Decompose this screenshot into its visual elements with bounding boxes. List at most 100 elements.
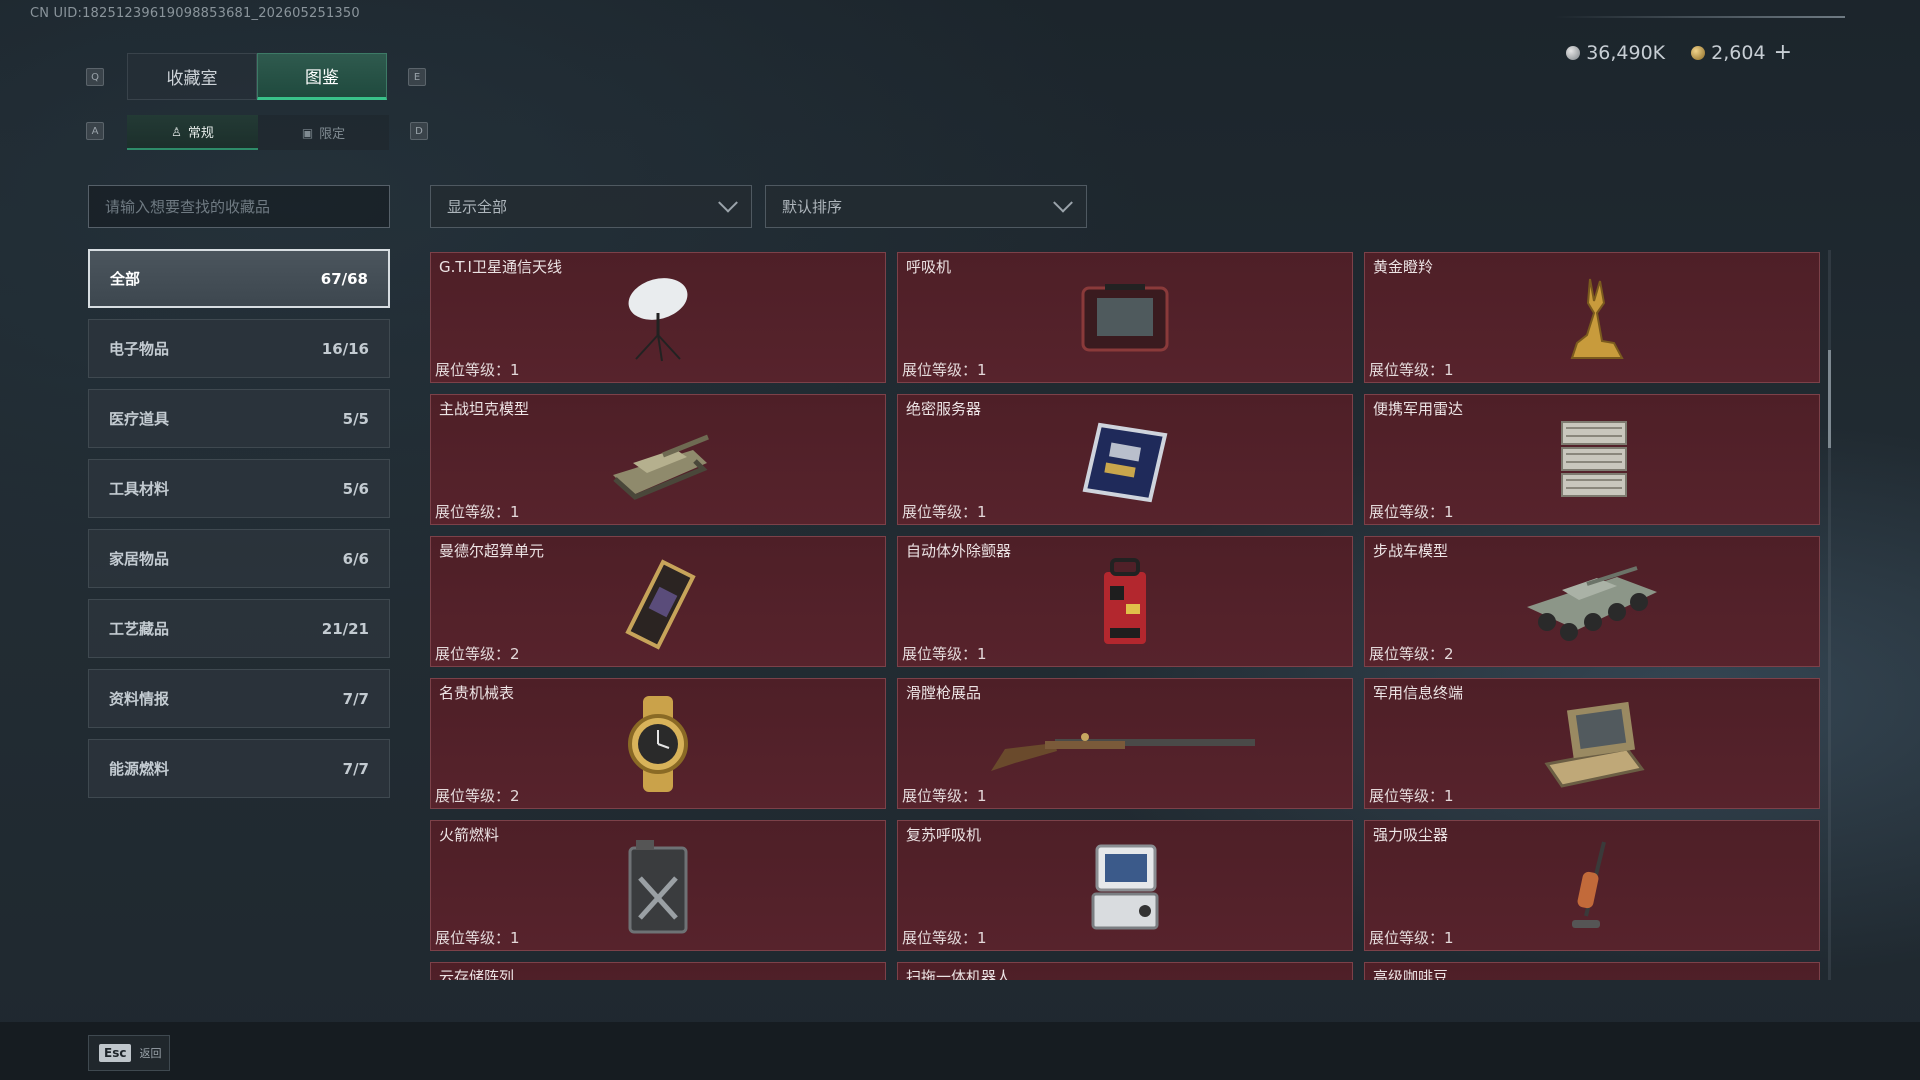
category-label: 家居物品 [109,550,170,568]
item-level: 展位等级：1 [1369,785,1454,806]
item-card[interactable]: 黄金瞪羚 展位等级：1 [1364,252,1820,383]
show-filter-dropdown[interactable]: 显示全部 [430,185,752,228]
level-value: 1 [510,361,520,379]
chevron-down-icon [718,192,738,213]
bottom-bar [0,1022,1920,1080]
server-icon [898,409,1352,510]
gold-amount: 2,604 [1711,41,1766,64]
key-q-hint: Q [86,68,104,86]
category-label: 工具材料 [109,480,170,498]
category-label: 工艺藏品 [109,620,170,638]
category-label: 能源燃料 [109,760,170,778]
item-level: 展位等级：1 [435,927,520,948]
sort-dropdown[interactable]: 默认排序 [765,185,1087,228]
category-intel[interactable]: 资料情报 7/7 [88,669,390,728]
back-button[interactable]: Esc 返回 [88,1035,170,1071]
tab-collection-room[interactable]: 收藏室 [127,53,257,100]
level-prefix: 展位等级： [435,503,511,521]
resuscitator-icon [898,835,1352,936]
golden-gazelle-icon [1365,267,1819,368]
defibrillator-icon [898,551,1352,652]
item-card[interactable]: G.T.I卫星通信天线 展位等级：1 [430,252,886,383]
satellite-dish-icon [431,267,885,368]
category-count: 5/5 [342,409,369,428]
level-value: 1 [977,503,987,521]
key-e-hint: E [408,68,426,86]
category-count: 7/7 [342,689,369,708]
scrollbar-thumb[interactable] [1828,350,1831,448]
level-value: 1 [1444,787,1454,805]
level-value: 2 [510,787,520,805]
add-currency-button[interactable]: + [1774,40,1792,65]
category-label: 全部 [110,270,141,288]
item-card[interactable]: 强力吸尘器 展位等级：1 [1364,820,1820,951]
back-label: 返回 [139,1047,162,1060]
item-card[interactable]: 云存储阵列 [430,962,886,980]
category-all[interactable]: 全部 67/68 [88,249,390,308]
robot-vacuum-icon [898,977,1352,980]
search-input[interactable] [88,185,390,228]
level-prefix: 展位等级： [902,361,978,379]
category-tools[interactable]: 工具材料 5/6 [88,459,390,518]
item-level: 展位等级：2 [1369,643,1454,664]
level-prefix: 展位等级： [902,787,978,805]
sub-tabs: ♙ 常规 ▣ 限定 [127,115,389,150]
item-grid: G.T.I卫星通信天线 展位等级：1 呼吸机 展位等级：1 黄金瞪羚 展位等级：1 主战坦克… [430,252,1822,980]
category-label: 资料情报 [109,690,170,708]
level-value: 2 [1444,645,1454,663]
item-card[interactable]: 步战车模型 展位等级：2 [1364,536,1820,667]
level-value: 1 [510,503,520,521]
item-card[interactable]: 曼德尔超算单元 展位等级：2 [430,536,886,667]
level-prefix: 展位等级： [1369,929,1445,947]
item-card[interactable]: 高级咖啡豆 [1364,962,1820,980]
category-medical[interactable]: 医疗道具 5/5 [88,389,390,448]
level-value: 1 [977,645,987,663]
level-value: 1 [977,787,987,805]
item-level: 展位等级：1 [1369,927,1454,948]
category-count: 6/6 [342,549,369,568]
item-card[interactable]: 呼吸机 展位等级：1 [897,252,1353,383]
category-electronics[interactable]: 电子物品 16/16 [88,319,390,378]
coffee-beans-icon [1365,977,1819,980]
category-crafts[interactable]: 工艺藏品 21/21 [88,599,390,658]
level-prefix: 展位等级： [435,787,511,805]
category-household[interactable]: 家居物品 6/6 [88,529,390,588]
item-card[interactable]: 自动体外除颤器 展位等级：1 [897,536,1353,667]
level-prefix: 展位等级： [902,503,978,521]
level-prefix: 展位等级： [1369,645,1445,663]
tab-encyclopedia[interactable]: 图鉴 [257,53,387,100]
item-card[interactable]: 复苏呼吸机 展位等级：1 [897,820,1353,951]
item-card[interactable]: 滑膛枪展品 展位等级：1 [897,678,1353,809]
silver-currency: 36,490K [1566,42,1665,64]
item-card[interactable]: 便携军用雷达 展位等级：1 [1364,394,1820,525]
subtab-regular[interactable]: ♙ 常规 [127,115,258,150]
terminal-icon [1365,693,1819,794]
item-level: 展位等级：1 [902,785,987,806]
item-card[interactable]: 名贵机械表 展位等级：2 [430,678,886,809]
item-card[interactable]: 扫拖一体机器人 [897,962,1353,980]
subtab-limited[interactable]: ▣ 限定 [258,115,389,150]
main-tabs: 收藏室 图鉴 [127,53,387,100]
item-level: 展位等级：1 [1369,501,1454,522]
level-prefix: 展位等级： [435,361,511,379]
show-filter-value: 显示全部 [447,198,508,216]
silver-coin-icon [1566,45,1581,60]
category-energy[interactable]: 能源燃料 7/7 [88,739,390,798]
level-prefix: 展位等级： [435,929,511,947]
key-d-hint: D [410,122,428,140]
item-card[interactable]: 绝密服务器 展位等级：1 [897,394,1353,525]
currency-display: 36,490K 2,604 + [1566,40,1792,65]
item-card[interactable]: 军用信息终端 展位等级：1 [1364,678,1820,809]
item-level: 展位等级：2 [435,785,520,806]
ventilator-icon [898,267,1352,368]
level-prefix: 展位等级： [1369,503,1445,521]
regular-icon: ♙ [171,124,182,139]
category-count: 67/68 [320,269,368,288]
key-a-hint: A [86,122,104,140]
item-card[interactable]: 火箭燃料 展位等级：1 [430,820,886,951]
item-card[interactable]: 主战坦克模型 展位等级：1 [430,394,886,525]
item-level: 展位等级：1 [902,359,987,380]
sort-value: 默认排序 [782,198,843,216]
gold-coin-icon [1691,45,1706,60]
level-prefix: 展位等级： [902,645,978,663]
